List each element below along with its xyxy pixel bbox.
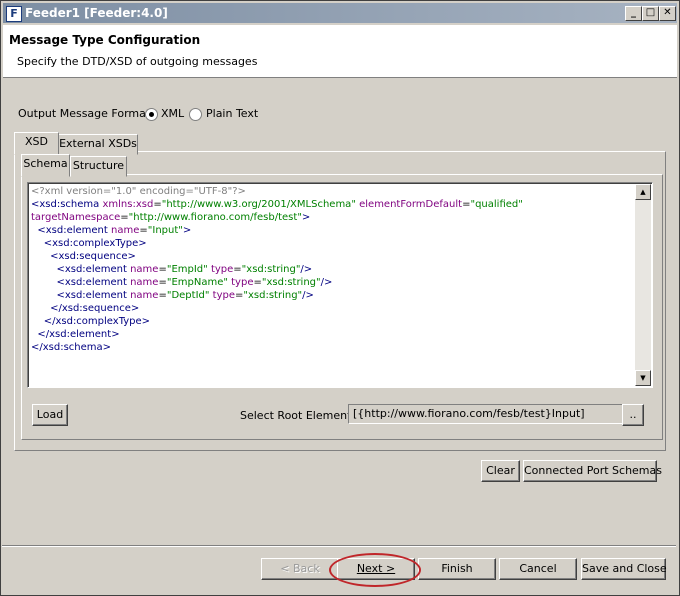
tab-external-xsds[interactable]: External XSDs [58,134,138,155]
schema-editor[interactable]: <?xml version="1.0" encoding="UTF-8"?> <x… [27,182,653,388]
clear-button[interactable]: Clear [481,460,520,482]
schema-line: </xsd:element> [37,329,120,340]
vertical-scrollbar[interactable]: ▲ ▼ [635,184,651,386]
root-element-label: Select Root Element [240,409,352,422]
tab-schema[interactable]: Schema [21,154,70,177]
schema-line: <xsd:sequence> [50,251,136,262]
schema-line: </xsd:complexType> [43,316,151,327]
page-subtitle: Specify the DTD/XSD of outgoing messages [17,55,258,68]
radio-plain-text-label[interactable]: Plain Text [206,107,258,120]
radio-xml-label[interactable]: XML [161,107,184,120]
output-format-label: Output Message Format: [18,107,154,120]
radio-plain-text[interactable] [189,108,202,121]
finish-button[interactable]: Finish [418,558,496,580]
tab-structure[interactable]: Structure [70,156,127,177]
schema-line: <xsd:element name="EmpId" type="xsd:stri… [56,264,313,275]
scroll-up-icon[interactable]: ▲ [635,184,651,200]
footer-separator [2,545,676,547]
maximize-button[interactable]: □ [642,6,659,21]
wizard-header: Message Type Configuration Specify the D… [3,25,677,78]
finish-button-label: Finish [441,562,473,575]
connected-port-schemas-button[interactable]: Connected Port Schemas [523,460,662,482]
schema-line: <xsd:element name="EmpName" type="xsd:st… [56,277,333,288]
schema-line: targetNamespace="http://www.fiorano.com/… [31,212,311,223]
minimize-button[interactable]: _ [625,6,642,21]
schema-line: <xsd:complexType> [43,238,147,249]
load-button[interactable]: Load [32,404,68,426]
schema-line: <xsd:schema xmlns:xsd="http://www.w3.org… [31,199,523,210]
next-button[interactable]: Next > [337,558,415,580]
schema-line: <?xml version="1.0" encoding="UTF-8"?> [31,186,246,197]
next-button-label: Next > [356,562,396,575]
back-button[interactable]: < Back [261,558,339,580]
tab-xsd[interactable]: XSD [14,132,59,155]
schema-text[interactable]: <?xml version="1.0" encoding="UTF-8"?> <x… [31,185,523,354]
cancel-button[interactable]: Cancel [499,558,577,580]
schema-line: <xsd:element name="DeptId" type="xsd:str… [56,290,314,301]
schema-line: <xsd:element name="Input"> [37,225,192,236]
save-and-close-button[interactable]: Save and Close [581,558,667,580]
browse-root-button[interactable]: .. [622,404,644,426]
close-button[interactable]: ✕ [659,6,676,21]
radio-xml[interactable] [145,108,158,121]
root-element-field[interactable]: [{http://www.fiorano.com/fesb/test}Input… [348,404,625,424]
app-icon: F [6,6,22,22]
scroll-down-icon[interactable]: ▼ [635,370,651,386]
page-title: Message Type Configuration [9,33,201,47]
schema-line: </xsd:sequence> [50,303,140,314]
schema-line: </xsd:schema> [31,342,112,353]
window-title: Feeder1 [Feeder:4.0] [25,6,168,20]
title-bar[interactable]: F Feeder1 [Feeder:4.0] _ □ ✕ [3,3,677,23]
